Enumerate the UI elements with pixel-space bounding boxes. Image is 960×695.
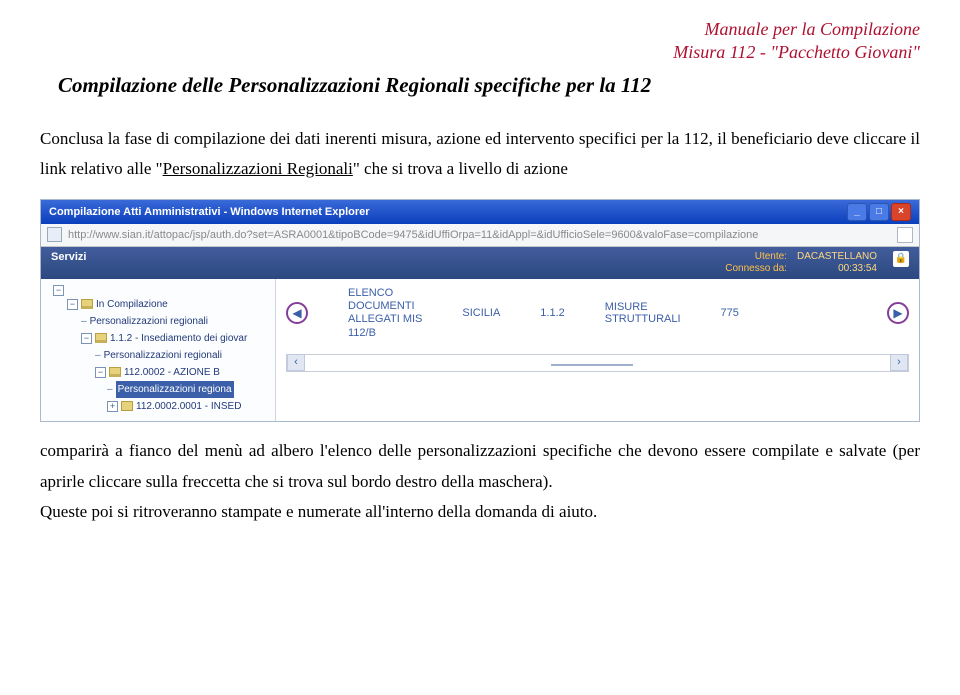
intro-paragraph: Conclusa la fase di compilazione dei dat… [40, 124, 920, 185]
collapse-icon[interactable]: − [81, 333, 92, 344]
tree-item-112[interactable]: − 1.1.2 - Insediamento dei giovar [45, 330, 271, 347]
intro-part-b: " che si trova a livello di azione [353, 159, 568, 178]
dash-icon: – [81, 313, 87, 330]
intro-link-text: Personalizzazioni Regionali [163, 159, 353, 178]
tree-menu: − − In Compilazione – Personalizzazioni … [41, 279, 276, 421]
tree-label: 112.0002 - AZIONE B [124, 364, 220, 381]
collapse-icon[interactable]: − [67, 299, 78, 310]
window-titlebar: Compilazione Atti Amministrativi - Windo… [41, 200, 919, 224]
outro-paragraph-2: Queste poi si ritroveranno stampate e nu… [40, 497, 920, 528]
folder-open-icon [95, 333, 107, 343]
screenshot-window: Compilazione Atti Amministrativi - Windo… [40, 199, 920, 422]
dash-icon: – [107, 381, 113, 398]
arrow-right-circle[interactable]: ▶ [887, 302, 909, 324]
col-misure: MISURE STRUTTURALI [605, 301, 681, 325]
scroll-left-button[interactable]: ‹ [287, 354, 305, 371]
user-info: Utente: Connesso da: DACASTELLANO 00:33:… [725, 251, 909, 275]
tree-label: Personalizzazioni regionali [90, 313, 208, 330]
section-title: Compilazione delle Personalizzazioni Reg… [58, 73, 920, 98]
triangle-left-icon: ◀ [292, 306, 301, 320]
window-minimize-button[interactable]: _ [847, 203, 867, 221]
utente-label: Utente: [725, 251, 787, 263]
expand-icon[interactable]: + [107, 401, 118, 412]
connesso-value: 00:33:54 [797, 263, 877, 275]
tree-label: Personalizzazioni regionali [104, 347, 222, 364]
url-field[interactable]: http://www.sian.it/attopac/jsp/auth.do?s… [68, 229, 891, 241]
doc-header-line1: Manuale per la Compilazione [40, 18, 920, 41]
utente-value: DACASTELLANO [797, 251, 877, 263]
address-bar: http://www.sian.it/attopac/jsp/auth.do?s… [41, 224, 919, 247]
tree-root[interactable]: − [45, 285, 271, 296]
doc-header-line2: Misura 112 - "Pacchetto Giovani" [40, 41, 920, 64]
triangle-right-icon: ▶ [893, 306, 902, 320]
col-ver: 1.1.2 [540, 307, 564, 319]
tree-item-compilazione[interactable]: − In Compilazione [45, 296, 271, 313]
window-close-button[interactable]: × [891, 203, 911, 221]
col-elenco: ELENCO DOCUMENTI ALLEGATI MIS 112/B [348, 287, 422, 340]
folder-icon [121, 401, 133, 411]
detail-row: ◀ ELENCO DOCUMENTI ALLEGATI MIS 112/B SI… [286, 287, 909, 340]
servizi-label[interactable]: Servizi [51, 251, 86, 275]
service-bar: Servizi Utente: Connesso da: DACASTELLAN… [41, 247, 919, 279]
horizontal-scrollbar[interactable]: ‹ › [286, 354, 909, 372]
folder-open-icon [109, 367, 121, 377]
outro-paragraph-1: comparirà a fianco del menù ad albero l'… [40, 436, 920, 497]
tree-item-insed[interactable]: + 112.0002.0001 - INSED [45, 398, 271, 415]
tree-label: 112.0002.0001 - INSED [136, 398, 241, 415]
connesso-label: Connesso da: [725, 263, 787, 275]
tree-item-pers-reg-2[interactable]: – Personalizzazioni regionali [45, 347, 271, 364]
content-area: ◀ ELENCO DOCUMENTI ALLEGATI MIS 112/B SI… [276, 279, 919, 421]
window-maximize-button[interactable]: □ [869, 203, 889, 221]
tree-label: 1.1.2 - Insediamento dei giovar [110, 330, 247, 347]
collapse-icon[interactable]: − [95, 367, 106, 378]
collapse-icon[interactable]: − [53, 285, 64, 296]
refresh-icon[interactable] [897, 227, 913, 243]
scroll-right-button[interactable]: › [890, 354, 908, 371]
col-num: 775 [721, 307, 739, 319]
window-title: Compilazione Atti Amministrativi - Windo… [49, 206, 370, 218]
dash-icon: – [95, 347, 101, 364]
tree-label: In Compilazione [96, 296, 168, 313]
scroll-thumb[interactable] [551, 364, 633, 366]
tree-item-pers-reg-selected[interactable]: – Personalizzazioni regiona [45, 381, 271, 398]
tree-item-pers-reg-1[interactable]: – Personalizzazioni regionali [45, 313, 271, 330]
folder-open-icon [81, 299, 93, 309]
col-regione: SICILIA [462, 307, 500, 319]
tree-item-azione-b[interactable]: − 112.0002 - AZIONE B [45, 364, 271, 381]
lock-icon[interactable]: 🔒 [893, 251, 909, 267]
page-icon [47, 227, 62, 242]
tree-label-selected: Personalizzazioni regiona [116, 381, 234, 398]
arrow-left-circle[interactable]: ◀ [286, 302, 308, 324]
